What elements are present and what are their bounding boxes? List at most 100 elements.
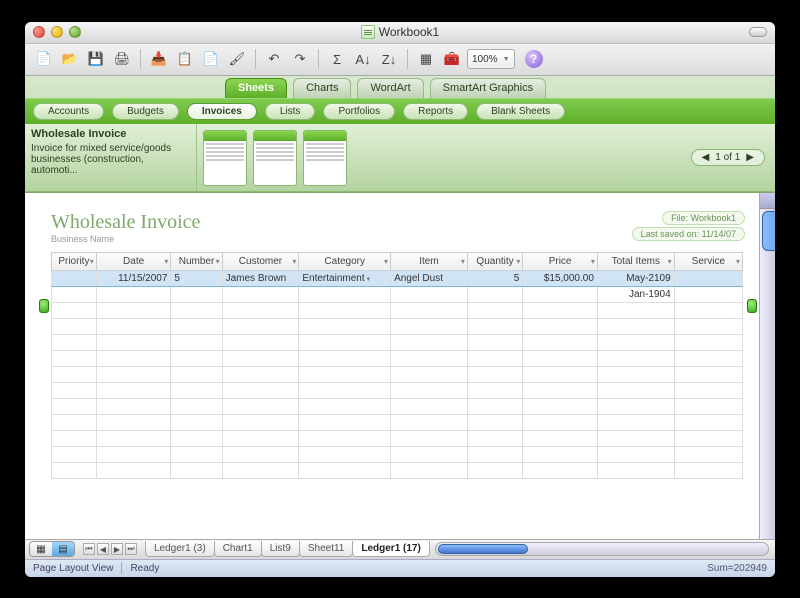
scroll-up-button[interactable]: [760, 193, 775, 209]
chevron-right-icon[interactable]: ▶: [746, 152, 754, 163]
sort-desc-icon[interactable]: Z↓: [378, 48, 400, 70]
cell-date[interactable]: 11/15/2007: [96, 270, 171, 286]
sheet-tab[interactable]: Sheet11: [299, 541, 354, 557]
redo-icon[interactable]: ↷: [289, 48, 311, 70]
cell-price[interactable]: $15,000.00: [523, 270, 598, 286]
table-row[interactable]: [52, 430, 743, 446]
chevron-down-icon: ▾: [384, 257, 388, 266]
tab-sheets[interactable]: Sheets: [225, 78, 287, 98]
cell-customer[interactable]: James Brown: [222, 270, 299, 286]
tab-smartart[interactable]: SmartArt Graphics: [430, 78, 546, 98]
zoom-combo[interactable]: 100%▼: [467, 49, 515, 69]
undo-icon[interactable]: ↶: [263, 48, 285, 70]
file-metadata: File: Workbook1 Last saved on: 11/14/07: [632, 211, 745, 243]
cell-number[interactable]: 5: [171, 270, 222, 286]
row-handle-left[interactable]: [39, 299, 49, 313]
cell-service[interactable]: [674, 270, 742, 286]
table-row[interactable]: Jan-1904: [52, 286, 743, 302]
sort-asc-icon[interactable]: A↓: [352, 48, 374, 70]
saved-chip: Last saved on: 11/14/07: [632, 227, 745, 241]
status-sum: Sum=202949: [707, 563, 767, 574]
toolbox-icon[interactable]: 🧰: [441, 48, 463, 70]
sheet-tab[interactable]: Chart1: [214, 541, 262, 557]
titlebar[interactable]: Workbook1: [25, 22, 775, 44]
chevron-down-icon: ▼: [503, 56, 510, 63]
gallery-pager[interactable]: ◀1 of 1▶: [691, 149, 765, 166]
cell-total-items[interactable]: Jan-1904: [597, 286, 674, 302]
subtab-blanksheets[interactable]: Blank Sheets: [476, 103, 565, 120]
subtab-portfolios[interactable]: Portfolios: [323, 103, 395, 120]
table-row[interactable]: [52, 350, 743, 366]
subtab-reports[interactable]: Reports: [403, 103, 468, 120]
table-row[interactable]: [52, 334, 743, 350]
paste-icon[interactable]: 📄: [200, 48, 222, 70]
print-icon[interactable]: 🖨: [111, 48, 133, 70]
subtab-budgets[interactable]: Budgets: [112, 103, 179, 120]
scroll-thumb[interactable]: [762, 211, 775, 251]
chevron-down-icon: ▾: [668, 257, 672, 266]
sheet-tab[interactable]: Ledger1 (3): [145, 541, 215, 557]
template-thumb[interactable]: [203, 130, 247, 186]
col-category[interactable]: Category▾: [299, 252, 391, 270]
first-sheet-button[interactable]: ⏮: [83, 543, 95, 555]
subtab-invoices[interactable]: Invoices: [187, 103, 257, 120]
table-row[interactable]: [52, 382, 743, 398]
autosum-icon[interactable]: Σ: [326, 48, 348, 70]
save-icon[interactable]: 💾: [85, 48, 107, 70]
tab-wordart[interactable]: WordArt: [357, 78, 423, 98]
open-icon[interactable]: 📂: [59, 48, 81, 70]
template-thumb[interactable]: [253, 130, 297, 186]
tab-charts[interactable]: Charts: [293, 78, 351, 98]
table-row[interactable]: [52, 462, 743, 478]
prev-sheet-button[interactable]: ◀: [97, 543, 109, 555]
cell-priority[interactable]: [52, 270, 97, 286]
table-row[interactable]: [52, 398, 743, 414]
col-price[interactable]: Price▾: [523, 252, 598, 270]
help-icon[interactable]: ?: [525, 50, 543, 68]
col-customer[interactable]: Customer▾: [222, 252, 299, 270]
gallery-icon[interactable]: ▦: [415, 48, 437, 70]
table-row[interactable]: [52, 414, 743, 430]
col-total-items[interactable]: Total Items▾: [597, 252, 674, 270]
table-row[interactable]: [52, 446, 743, 462]
col-priority[interactable]: Priority▾: [52, 252, 97, 270]
scroll-thumb[interactable]: [438, 544, 528, 554]
invoice-table[interactable]: Priority▾ Date▾ Number▾ Customer▾ Catego…: [51, 252, 743, 479]
cell-total-items[interactable]: May-2109: [597, 270, 674, 286]
format-painter-icon[interactable]: 🖌: [226, 48, 248, 70]
sheet-tab[interactable]: List9: [261, 541, 300, 557]
table-row[interactable]: [52, 366, 743, 382]
view-mode-label: Page Layout View: [33, 563, 113, 574]
template-thumb[interactable]: [303, 130, 347, 186]
view-switcher[interactable]: ▦ ▤: [29, 541, 75, 557]
last-sheet-button[interactable]: ⏭: [125, 543, 137, 555]
subtab-accounts[interactable]: Accounts: [33, 103, 104, 120]
cell-category[interactable]: Entertainment▾: [299, 270, 391, 286]
horizontal-scrollbar[interactable]: [435, 542, 769, 556]
col-service[interactable]: Service▾: [674, 252, 742, 270]
col-date[interactable]: Date▾: [96, 252, 171, 270]
col-number[interactable]: Number▾: [171, 252, 222, 270]
vertical-scrollbar[interactable]: [759, 193, 775, 539]
next-sheet-button[interactable]: ▶: [111, 543, 123, 555]
chevron-left-icon[interactable]: ◀: [702, 152, 710, 163]
toolbar-toggle-button[interactable]: [749, 27, 767, 37]
col-item[interactable]: Item▾: [391, 252, 468, 270]
table-row-selected[interactable]: 11/15/2007 5 James Brown Entertainment▾ …: [52, 270, 743, 286]
sheet-tab-active[interactable]: Ledger1 (17): [352, 541, 429, 557]
subtab-lists[interactable]: Lists: [265, 103, 316, 120]
cell-quantity[interactable]: 5: [467, 270, 522, 286]
page-layout-view-button[interactable]: ▤: [52, 542, 74, 556]
col-quantity[interactable]: Quantity▾: [467, 252, 522, 270]
normal-view-button[interactable]: ▦: [30, 542, 52, 556]
table-row[interactable]: [52, 318, 743, 334]
import-icon[interactable]: 📥: [148, 48, 170, 70]
table-row[interactable]: [52, 302, 743, 318]
gallery-tab-bar: Sheets Charts WordArt SmartArt Graphics: [25, 78, 775, 98]
cell-item[interactable]: Angel Dust: [391, 270, 468, 286]
template-title: Wholesale Invoice: [31, 128, 190, 140]
new-icon[interactable]: 📄: [33, 48, 55, 70]
worksheet[interactable]: Wholesale Invoice Business Name File: Wo…: [25, 193, 759, 539]
copy-icon[interactable]: 📋: [174, 48, 196, 70]
row-handle-right[interactable]: [747, 299, 757, 313]
